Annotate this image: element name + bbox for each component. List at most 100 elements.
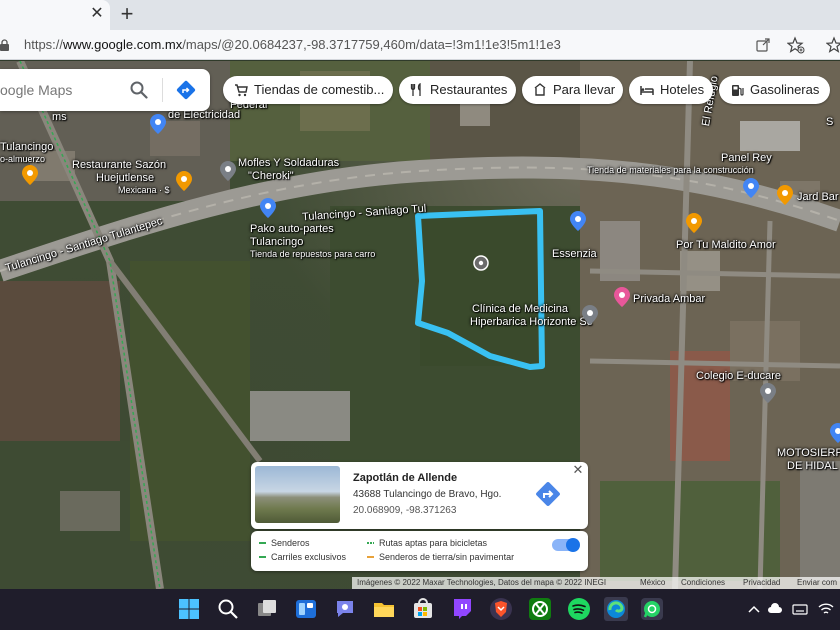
chip-takeout[interactable]: Para llevar [522,76,623,104]
chevron-up-icon[interactable] [746,602,762,616]
place-address: 43688 Tulancingo de Bravo, Hgo. [353,489,502,500]
map-label-colegio: Colegio E-ducare [696,370,781,382]
legend-swatch [259,542,266,544]
new-tab-button[interactable]: + [116,3,138,25]
fuel-icon [732,85,744,96]
wifi-icon[interactable] [818,602,834,616]
url-text[interactable]: https://www.google.com.mx/maps/@20.06842… [24,37,561,52]
restaurant-pin-icon[interactable] [22,165,38,185]
address-bar[interactable]: https://www.google.com.mx/maps/@20.06842… [0,30,840,60]
school-pin-icon[interactable] [760,383,776,403]
map-label-clinica: Clínica de Medicina [472,303,568,315]
map-attribution: Imágenes © 2022 Maxar Technologies, Dato… [352,577,840,589]
twitch-icon[interactable] [450,597,474,621]
place-name: Zapotlán de Allende [353,472,458,484]
lock-icon[interactable] [0,39,10,51]
map-label-mofles-2: "Cheroki" [248,170,294,182]
search-icon[interactable] [130,81,148,99]
widgets-icon[interactable] [294,597,318,621]
tab-bar: ✕ + [0,0,840,30]
feedback-link[interactable]: Enviar com [797,578,837,587]
map-label-almuerzo: o-almuerzo [0,154,46,164]
privacy-link[interactable]: Privacidad [743,578,780,587]
map-label-essenzia: Essenzia [552,248,597,260]
keyboard-icon[interactable] [792,602,808,616]
search-icon[interactable] [216,597,240,621]
legend-swatch [259,556,266,558]
bar-pin-icon[interactable] [686,213,702,233]
close-card-icon[interactable]: ✕ [571,463,585,477]
legend-swatch [367,556,374,558]
shop-pin-icon[interactable] [570,211,586,231]
cart-icon [235,84,248,97]
map-label-pako: Pako auto-partes [250,223,334,235]
chip-restaurants[interactable]: Restaurantes [399,76,516,104]
map-label-privada-ambar: Privada Ambar [633,293,706,305]
bike-layer-toggle[interactable] [552,538,580,552]
map-label-ms: ms [52,111,67,123]
bar-pin-icon[interactable] [777,185,793,205]
map-label-moto: MOTOSIERR [777,447,840,459]
map-label-tulancingo-left: Tulancingo [0,141,54,153]
place-coordinates: 20.068909, -98.371263 [353,505,457,516]
map-label-clinica-2: Hiperbarica Horizonte Sc [470,316,593,328]
spotify-icon[interactable] [567,597,591,621]
search-input[interactable] [0,69,128,111]
chat-icon[interactable] [333,597,357,621]
windows-start-icon[interactable] [177,597,201,621]
shop-pin-icon[interactable] [743,178,759,198]
place-info-card[interactable]: Zapotlán de Allende 43688 Tulancingo de … [251,462,588,529]
search-box [0,69,210,111]
place-thumbnail[interactable] [255,466,340,523]
shop-pin-icon[interactable] [830,423,840,443]
map-label-jard-bar: Jard Bar [797,191,839,203]
chip-groceries[interactable]: Tiendas de comestib... [223,76,393,104]
chip-gas-stations[interactable]: Gasolineras [719,76,830,104]
favorites-icon[interactable] [826,36,840,54]
shop-pin-icon[interactable] [260,198,276,218]
map-label-pako-2: Tulancingo [250,236,304,248]
cloud-icon[interactable] [767,602,783,616]
search-divider [162,78,163,102]
map-label-restaurante-name: Restaurante Sazón [72,159,167,171]
map-label-maldito-amor: Por Tu Maldito Amor [676,239,776,251]
map-label-restaurante-type: Mexicana · $ [118,185,170,195]
taskbar [0,589,840,630]
lodging-pin-icon[interactable] [614,287,630,307]
task-view-icon[interactable] [255,597,279,621]
map-label-restaurante-name-2: Huejutlense [96,172,155,184]
place-pin-icon[interactable] [220,161,236,181]
place-pin-icon[interactable] [582,305,598,325]
brave-icon[interactable] [489,597,513,621]
parcel-center-marker[interactable] [473,255,489,271]
map-label-s: S [826,116,834,128]
shop-pin-icon[interactable] [150,114,166,134]
restaurant-pin-icon[interactable] [176,171,192,191]
map-label-panel-rey: Panel Rey [721,152,772,164]
close-tab-icon[interactable]: ✕ [88,5,106,23]
browser-tab[interactable]: ✕ [0,0,110,30]
edge-icon[interactable] [604,597,628,621]
map-label-tienda-materiales: Tienda de materiales para la construcció… [587,165,754,175]
chip-hotels[interactable]: Hoteles [629,76,713,104]
map-label-moto-2: DE HIDAL [787,460,838,472]
directions-icon[interactable] [176,80,196,100]
map-label-mofles: Mofles Y Soldaduras [238,157,340,169]
favorite-star-icon[interactable] [787,36,805,54]
fork-knife-icon [410,83,421,96]
whatsapp-icon[interactable] [640,597,664,621]
takeout-icon [534,83,546,96]
bike-layer-legend: Senderos Rutas aptas para bicicletas Car… [251,531,588,571]
directions-icon[interactable] [534,480,562,508]
legend-swatch [367,542,374,544]
file-explorer-icon[interactable] [372,597,396,621]
attribution-country[interactable]: México [640,578,665,587]
open-in-app-icon[interactable] [756,38,770,52]
map-label-pako-type: Tienda de repuestos para carro [250,249,376,259]
store-icon[interactable] [411,597,435,621]
toggle-knob [566,538,580,552]
bed-icon [640,86,654,95]
xbox-icon[interactable] [528,597,552,621]
attribution-imagery: Imágenes © 2022 Maxar Technologies, Dato… [357,578,607,587]
terms-link[interactable]: Condiciones [681,578,725,587]
